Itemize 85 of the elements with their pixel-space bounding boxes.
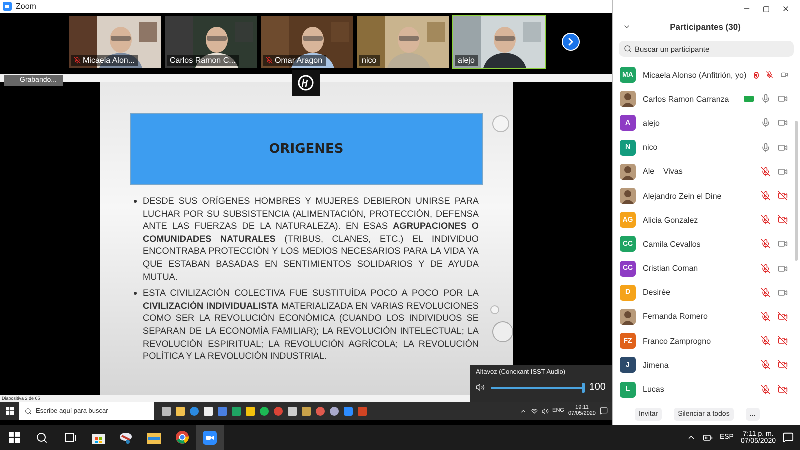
participant-name: Ale Vivas [643,167,684,176]
bullet-icon [134,200,137,203]
muted-mic-icon[interactable] [761,166,771,177]
close-icon[interactable] [782,5,790,13]
next-button[interactable] [562,32,580,50]
windows-icon[interactable] [8,432,20,443]
participant-name: alejo [455,54,478,66]
volume-reading: 100 [589,382,606,393]
video-off-icon[interactable] [778,312,788,322]
video-off-icon[interactable] [778,215,788,226]
video-icon[interactable] [778,264,788,274]
slide-paragraph: DESDE SUS ORÍGENES HOMBRES Y MUJERES DEBIERON UNIRSE PARA LUCHAR POR SU SUBSISTENCIA (ALIMENTACIÓN, PROTECCIÓN, DEFENSA ANTE LAS FUERZAS DE LA NATURALEZA). EN ESAS AGRUPACIONES O COMUNIDADES NATURALES (TRIBUS, CLANES, ETC.) EL INDIVIDUO ENCONTRABA PROTECCIÓN Y LOS MEDIOS NECESARIOS PARA LA VIDA YA QUE ESTABAN BASADAS EN SENTIMIENTOS SOLIDARIOS Y DE AYUDA MUTUA. [143,195,479,284]
bullet-icon [134,292,137,296]
video-icon[interactable] [778,239,788,250]
participant-name: Micaela Alonso (Anfitrión, yo) [643,70,747,80]
mic-icon[interactable] [761,94,771,104]
slide-title: ORIGENES [269,142,344,156]
participant-name: nico [643,143,659,152]
muted-mic-icon[interactable] [761,264,771,274]
muted-mic-icon[interactable] [761,312,771,322]
muted-mic-icon[interactable] [766,70,774,80]
video-off-icon[interactable] [778,384,788,395]
search-icon[interactable] [36,432,48,444]
participant-name: Lucas [643,385,666,394]
participant-name: Cristian Coman [643,264,700,274]
participant-name: Camila Cevallos [643,240,702,249]
video-icon[interactable] [778,288,788,298]
participant-name: Alejandro Zein el Dine [643,192,723,201]
video-icon[interactable] [778,142,788,153]
speaker-icon[interactable] [542,408,549,414]
participant-name: Fernanda Romero [643,312,709,322]
search-icon [25,408,32,414]
network-icon[interactable] [530,408,538,414]
speaker-icon[interactable] [476,383,485,392]
participant-name: alejo [643,118,661,128]
mic-icon[interactable] [761,142,771,153]
participant-name: Desirée [643,288,672,298]
participant-name: Franco Zamprogno [643,336,712,346]
muted-mic-icon[interactable] [761,336,771,346]
battery-icon[interactable] [702,432,713,442]
slide-paragraph: ESTA CIVILIZACIÓN COLECTIVA FUE SUSTITUÍDA POCO A POCO POR LA CIVILIZACIÓN INDIVIDUALISTA MATERIALIZADA EN VARIAS REVOLUCIONES COMO SER LA REVOLUCIÓN ECONÓMICA (CUANDO LOS INDIVIDUOS SE SEPARAN DE LA ECONOMÍA FAMILIAR); LA REVOLUCIÓN INTELECTUAL; LA REVOLUCIÓN ESPIRITUAL; LA REVOLUCIÓN AGRÍCOLA; LA REVOLUCIÓN POLÍTICA Y LA REVOLUCIÓN INDUSTRIAL. [143,287,479,363]
video-tile[interactable]: alejo [452,14,546,68]
restore-icon[interactable] [763,6,770,12]
video-icon[interactable] [778,94,788,104]
avatar-icon [620,188,636,204]
participant-name: Micaela Alon... [71,54,138,66]
muted-mic-icon[interactable] [761,191,771,202]
windows-icon[interactable] [6,407,14,415]
app-icon[interactable] [119,432,133,444]
muted-mic-icon[interactable] [761,384,771,395]
mic-icon[interactable] [761,118,771,128]
participant-name: Jimena [643,360,670,370]
participant-name: Carlos Ramon Carranza [643,94,730,104]
participant-name: Carlos Ramon C... [167,54,239,66]
video-off-icon[interactable] [778,336,788,346]
participant-row[interactable]: Ale Vivas [613,160,800,184]
avatar-icon [620,91,636,108]
video-off-icon[interactable] [778,191,788,202]
chevron-icon[interactable] [686,433,696,442]
muted-mic-icon[interactable] [761,215,771,226]
participant-row[interactable]: Alejandro Zein el Dine [613,184,800,208]
chevron-icon[interactable] [520,408,527,414]
search-icon [624,45,632,53]
video-tile[interactable]: Omar Aragon [260,14,354,68]
video-tile[interactable]: Micaela Alon... [68,14,162,68]
video-off-icon[interactable] [778,360,788,370]
video-icon[interactable] [778,166,788,177]
window-title: Zoom [16,2,36,11]
collapse-icon[interactable] [623,23,631,31]
participant-name: Alicia Gonzalez [643,216,700,225]
video-icon[interactable] [778,118,788,128]
avatar-icon [620,164,636,180]
participant-name: nico [359,54,380,66]
scrollbar[interactable] [795,121,798,261]
panel-title: Participantes (30) [669,22,742,32]
participant-name: Omar Aragon [263,54,326,66]
muted-mic-icon[interactable] [761,288,771,298]
video-tile[interactable]: nico [356,14,450,68]
muted-mic-icon[interactable] [761,360,771,370]
participant-row[interactable]: Fernanda Romero [613,304,800,330]
muted-mic-icon[interactable] [761,239,771,250]
participant-row[interactable]: Carlos Ramon Carranza [613,87,800,112]
notification-icon[interactable] [600,407,608,415]
avatar-icon [620,308,636,325]
video-tile[interactable]: Carlos Ramon C... [164,14,258,68]
